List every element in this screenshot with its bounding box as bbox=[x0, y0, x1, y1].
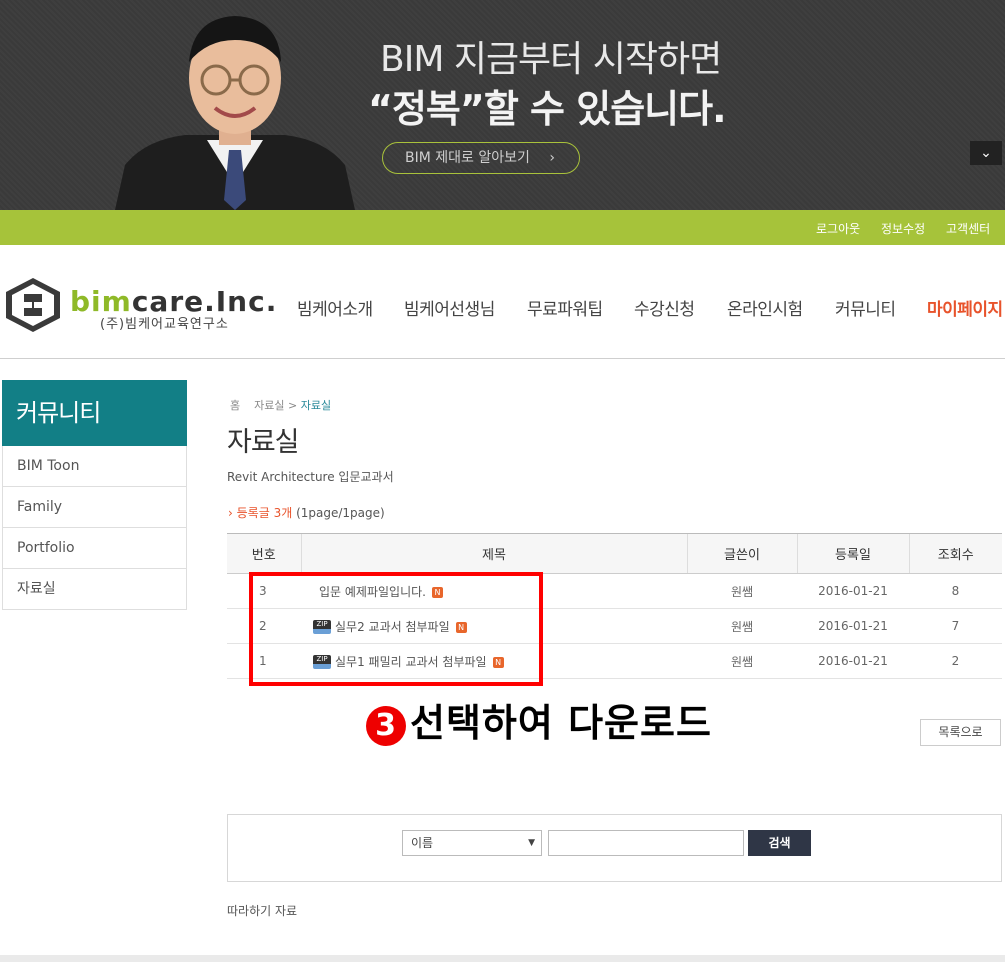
back-to-list-button[interactable]: 목록으로 bbox=[920, 719, 1001, 746]
table-row[interactable]: 3 입문 예제파일입니다. N 원쌤 2016-01-21 8 bbox=[227, 573, 1002, 609]
row-views: 7 bbox=[909, 608, 1002, 644]
row-date: 2016-01-21 bbox=[797, 573, 909, 609]
dropdown-arrow-icon: ▼ bbox=[528, 838, 535, 848]
page-title: 자료실 bbox=[227, 427, 300, 458]
new-badge-icon: N bbox=[492, 656, 504, 668]
nav-mypage[interactable]: 마이페이지 bbox=[927, 295, 1003, 320]
row-number: 1 bbox=[227, 643, 301, 679]
row-author: 원쌤 bbox=[687, 643, 797, 679]
row-author: 원쌤 bbox=[687, 608, 797, 644]
edit-info-link[interactable]: 정보수정 bbox=[881, 220, 925, 237]
top-banner: BIM 지금부터 시작하면 “정복”할 수 있습니다. BIM 제대로 알아보기… bbox=[0, 0, 1005, 210]
header-date: 등록일 bbox=[796, 533, 909, 574]
table-row[interactable]: 2 ZIP 실무2 교과서 첨부파일 N 원쌤 2016-01-21 7 bbox=[227, 608, 1002, 644]
header-number: 번호 bbox=[227, 533, 301, 574]
row-views: 8 bbox=[909, 573, 1002, 609]
annotation-text: 3 선택하여 다운로드 bbox=[366, 692, 712, 747]
new-badge-icon: N bbox=[432, 586, 443, 598]
nav-enrollment[interactable]: 수강신청 bbox=[634, 295, 695, 320]
chevron-down-icon[interactable]: ⌄ bbox=[970, 141, 1002, 165]
header-author: 글쓴이 bbox=[686, 533, 797, 574]
nav-about[interactable]: 빔케어소개 bbox=[297, 295, 373, 320]
row-title-link[interactable]: ZIP 실무1 패밀리 교과서 첨부파일 N bbox=[301, 643, 687, 679]
row-number: 3 bbox=[227, 573, 301, 609]
row-date: 2016-01-21 bbox=[797, 643, 909, 679]
sidebar-item-portfolio[interactable]: Portfolio bbox=[2, 528, 187, 569]
bimcare-logo-icon[interactable] bbox=[4, 276, 62, 334]
footer-note: 따라하기 자료 bbox=[227, 904, 298, 918]
board-description: Revit Architecture 입문교과서 bbox=[227, 470, 394, 484]
logo-subtitle: (주)빔케어교육연구소 bbox=[100, 317, 229, 332]
breadcrumb-current: 자료실 bbox=[300, 399, 332, 412]
breadcrumb-separator: > bbox=[288, 399, 298, 412]
header-title: 제목 bbox=[300, 533, 687, 574]
search-button[interactable]: 검색 bbox=[748, 830, 811, 856]
row-title[interactable]: 실무1 패밀리 교과서 첨부파일 bbox=[335, 655, 487, 669]
annotation-label: 선택하여 다운로드 bbox=[410, 701, 712, 745]
support-link[interactable]: 고객센터 bbox=[946, 220, 990, 237]
sidebar-title: 커뮤니티 bbox=[2, 380, 187, 446]
banner-subheadline: “정복”할 수 있습니다. bbox=[368, 87, 727, 131]
search-field-value: 이름 bbox=[411, 836, 434, 850]
row-title-link[interactable]: 입문 예제파일입니다. N bbox=[301, 573, 687, 609]
header-views: 조회수 bbox=[908, 533, 1002, 574]
nav-community[interactable]: 커뮤니티 bbox=[835, 295, 896, 320]
row-title[interactable]: 입문 예제파일입니다. bbox=[319, 585, 426, 599]
sidebar-item-family[interactable]: Family bbox=[2, 487, 187, 528]
search-field-select[interactable]: 이름 ▼ bbox=[402, 830, 542, 856]
post-count-label: › 등록글 bbox=[228, 506, 270, 520]
table-row[interactable]: 1 ZIP 실무1 패밀리 교과서 첨부파일 N 원쌤 2016-01-21 2 bbox=[227, 643, 1002, 679]
bottom-divider bbox=[0, 955, 1005, 962]
table-header-row: 번호 제목 글쓴이 등록일 조회수 bbox=[227, 533, 1002, 574]
row-author: 원쌤 bbox=[687, 573, 797, 609]
nav-teachers[interactable]: 빔케어선생님 bbox=[404, 295, 495, 320]
logout-link[interactable]: 로그아웃 bbox=[816, 220, 860, 237]
sidebar-item-bim-toon[interactable]: BIM Toon bbox=[2, 446, 187, 487]
instructor-photo bbox=[115, 16, 355, 210]
learn-bim-button[interactable]: BIM 제대로 알아보기 › bbox=[382, 142, 580, 174]
row-title-link[interactable]: ZIP 실무2 교과서 첨부파일 N bbox=[301, 608, 687, 644]
search-input[interactable] bbox=[548, 830, 744, 856]
breadcrumb-home[interactable]: 홈 bbox=[230, 399, 240, 412]
banner-headline: BIM 지금부터 시작하면 bbox=[380, 39, 722, 80]
nav-free-tips[interactable]: 무료파워팁 bbox=[527, 295, 603, 320]
annotation-number-badge: 3 bbox=[366, 705, 406, 746]
learn-bim-label: BIM 제대로 알아보기 bbox=[405, 150, 530, 166]
zip-file-icon: ZIP bbox=[313, 655, 331, 669]
zip-file-icon: ZIP bbox=[313, 620, 331, 634]
row-views: 2 bbox=[909, 643, 1002, 679]
row-date: 2016-01-21 bbox=[797, 608, 909, 644]
post-count: › 등록글 3개 (1page/1page) bbox=[228, 504, 385, 521]
site-header: bimcare.Inc. (주)빔케어교육연구소 빔케어소개 빔케어선생님 무료… bbox=[0, 245, 1005, 359]
utility-bar: 로그아웃 정보수정 고객센터 bbox=[0, 210, 1005, 245]
post-count-value: 3개 bbox=[273, 506, 293, 520]
breadcrumb-parent[interactable]: 자료실 bbox=[254, 399, 284, 412]
chevron-right-icon: › bbox=[549, 150, 555, 166]
post-count-pages: (1page/1page) bbox=[296, 506, 385, 520]
row-title[interactable]: 실무2 교과서 첨부파일 bbox=[335, 620, 450, 634]
breadcrumb: 홈 자료실 > 자료실 bbox=[230, 397, 331, 413]
post-table: 번호 제목 글쓴이 등록일 조회수 3 입문 예제파일입니다. N 원쌤 2016… bbox=[227, 533, 1002, 679]
nav-online-exam[interactable]: 온라인시험 bbox=[727, 295, 803, 320]
new-badge-icon: N bbox=[455, 621, 467, 633]
sidebar-item-archive[interactable]: 자료실 bbox=[2, 569, 187, 610]
row-number: 2 bbox=[227, 608, 301, 644]
